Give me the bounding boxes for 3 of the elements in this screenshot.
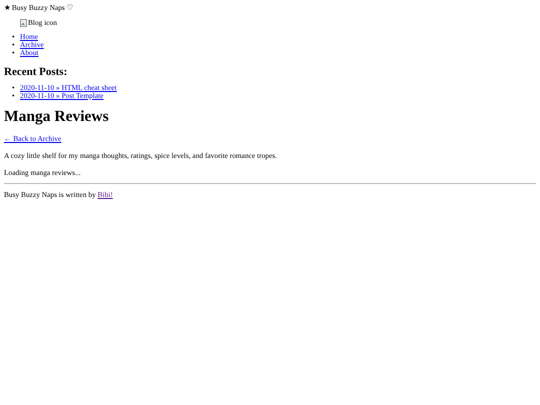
section-heading: Recent Posts: (4, 66, 68, 78)
page-heading: Manga Reviews (4, 108, 110, 126)
broken-image-icon (20, 18, 27, 26)
